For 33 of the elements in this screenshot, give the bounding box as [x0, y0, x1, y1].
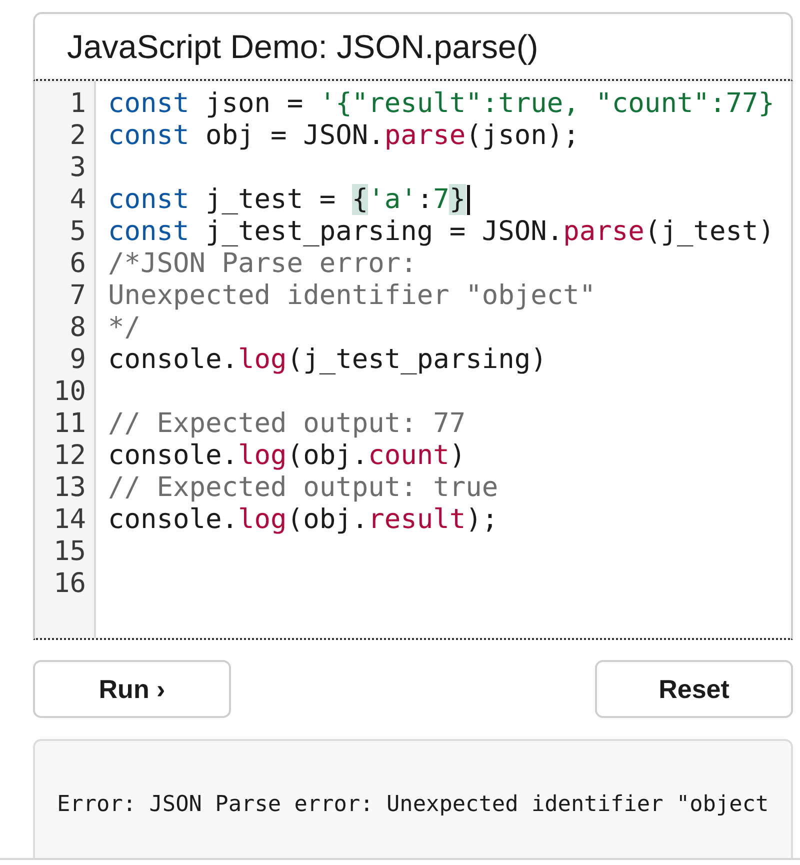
code-line: // Expected output: true: [108, 472, 498, 504]
line-number: 2: [70, 120, 86, 152]
line-number: 1: [70, 88, 86, 120]
line-number: 3: [70, 152, 86, 184]
code-line: const json = '{"result":true, "count":77}: [108, 88, 774, 120]
line-number: 14: [53, 504, 86, 536]
line-number: 6: [70, 248, 86, 280]
line-number: 15: [53, 536, 86, 568]
line-number: 11: [53, 408, 86, 440]
code-line: const j_test_parsing = JSON.parse(j_test): [108, 216, 774, 248]
code-line: const obj = JSON.parse(json);: [108, 120, 580, 152]
line-number: 5: [70, 216, 86, 248]
code-line: console.log(obj.result);: [108, 504, 498, 536]
output-text: Error: JSON Parse error: Unexpected identifier "object: [57, 792, 769, 817]
code-line: */: [108, 312, 141, 344]
code-line: /*JSON Parse error:: [108, 248, 417, 280]
code-line: Unexpected identifier "object": [108, 280, 596, 312]
demo-title: JavaScript Demo: JSON.parse(): [67, 28, 538, 66]
line-number: 7: [70, 280, 86, 312]
line-number: 16: [53, 568, 86, 600]
line-number: 13: [53, 472, 86, 504]
line-number: 10: [53, 376, 86, 408]
code-editor[interactable]: [33, 81, 793, 640]
code-line: // Expected output: 77: [108, 408, 466, 440]
line-number: 8: [70, 312, 86, 344]
code-line: console.log(j_test_parsing): [108, 344, 547, 376]
line-number: 12: [53, 440, 86, 472]
run-button[interactable]: Run ›: [33, 660, 231, 718]
reset-button[interactable]: Reset: [595, 660, 793, 718]
line-number: 4: [70, 184, 86, 216]
line-number: 9: [70, 344, 86, 376]
code-line: console.log(obj.count): [108, 440, 466, 472]
code-line: const j_test = {'a':7}: [108, 184, 466, 216]
